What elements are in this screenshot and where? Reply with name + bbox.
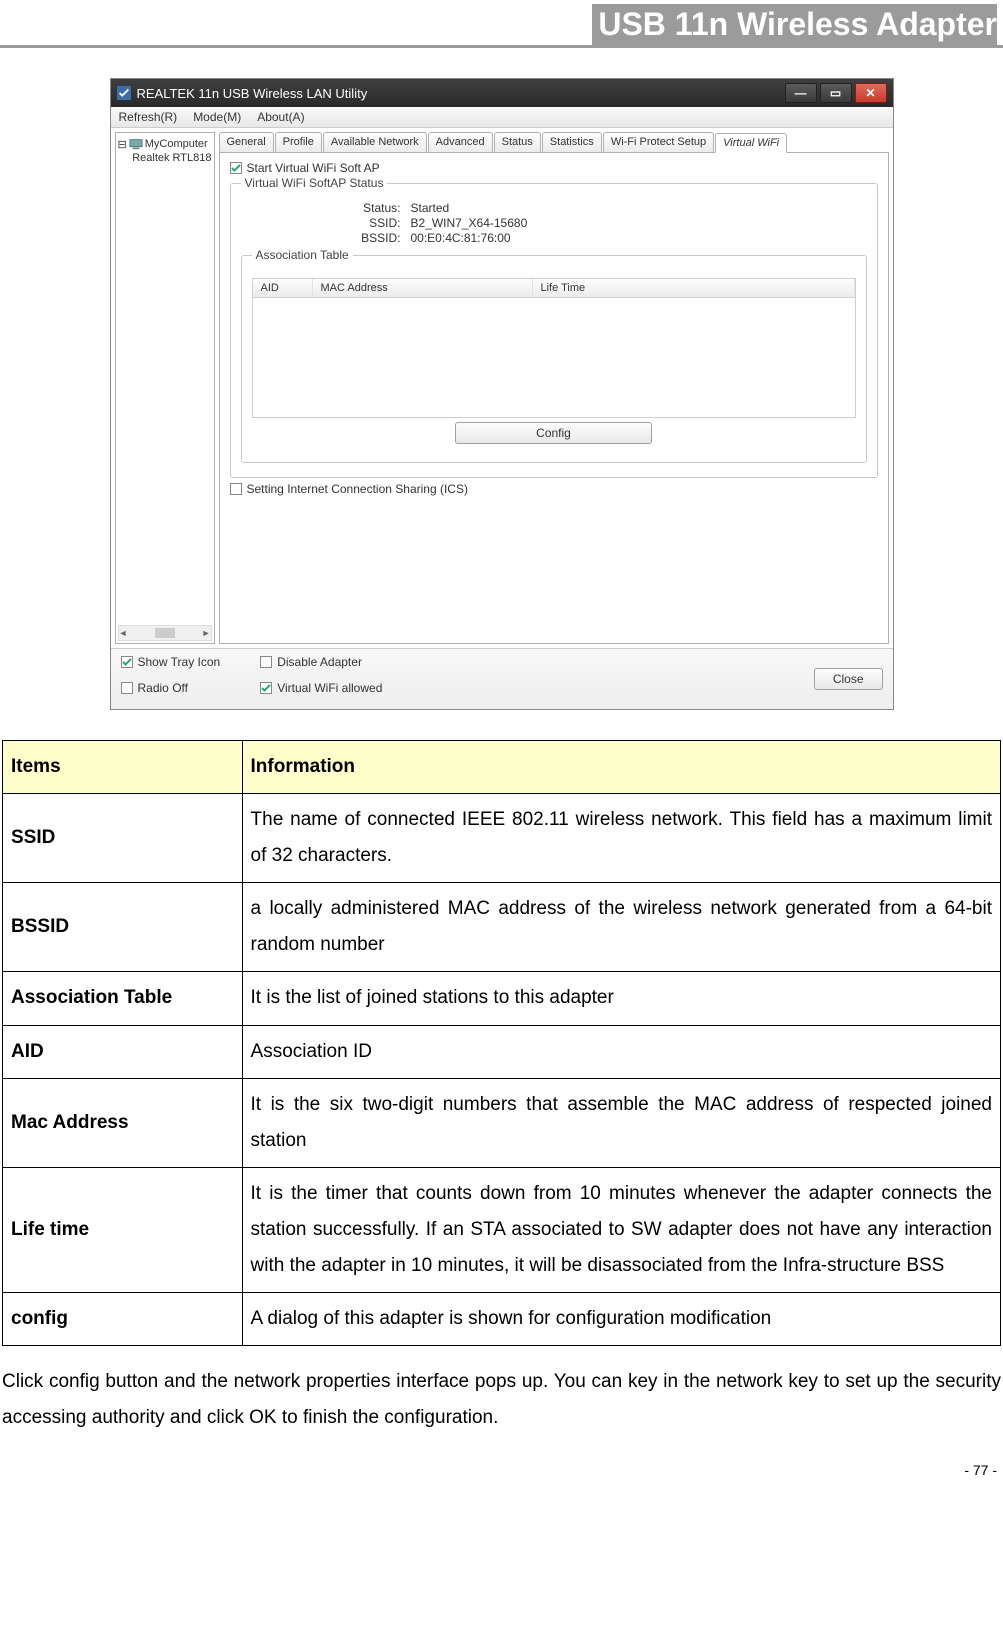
status-key: Status: [341,201,401,215]
vwifi-allowed-label: Virtual WiFi allowed [277,681,382,695]
table-row: SSIDThe name of connected IEEE 802.11 wi… [3,794,1001,883]
info-table: Items Information SSIDThe name of connec… [2,740,1001,1346]
th-items: Items [3,741,243,794]
window-title-text: REALTEK 11n USB Wireless LAN Utility [137,86,368,101]
outro-paragraph: Click config button and the network prop… [2,1364,1001,1436]
association-table: AID MAC Address Life Time [252,278,856,418]
row-key: Mac Address [3,1078,243,1167]
table-row: BSSIDa locally administered MAC address … [3,883,1001,972]
disable-adapter-label: Disable Adapter [277,655,362,669]
table-row: Mac AddressIt is the six two-digit numbe… [3,1078,1001,1167]
tabs-row: General Profile Available Network Advanc… [219,132,889,153]
app-icon [117,86,131,100]
ssid-value: B2_WIN7_X64-15680 [411,216,528,230]
col-aid[interactable]: AID [253,279,313,297]
page-content: REALTEK 11n USB Wireless LAN Utility — ▭… [0,48,1003,1488]
page-title: USB 11n Wireless Adapter [592,4,997,45]
computer-icon [129,137,143,151]
row-key: config [3,1293,243,1346]
minimize-button[interactable]: — [785,83,817,103]
status-legend: Virtual WiFi SoftAP Status [241,176,388,190]
table-row: configA dialog of this adapter is shown … [3,1293,1001,1346]
start-ap-label: Start Virtual WiFi Soft AP [247,161,380,175]
tab-virtual-wifi[interactable]: Virtual WiFi [715,133,787,153]
checkbox-vwifi-allowed[interactable] [260,682,272,694]
row-val: It is the six two-digit numbers that ass… [242,1078,1000,1167]
tree-root-label: MyComputer [145,138,208,150]
assoc-table-body [252,298,856,418]
checkbox-radio-off[interactable] [121,682,133,694]
tree-scrollbar[interactable]: ◄ ► [118,625,212,641]
row-val: The name of connected IEEE 802.11 wirele… [242,794,1000,883]
show-tray-label: Show Tray Icon [138,655,221,669]
ssid-key: SSID: [341,216,401,230]
row-key: SSID [3,794,243,883]
checkbox-show-tray[interactable] [121,656,133,668]
assoc-fieldset: Association Table AID MAC Address Life T… [241,255,867,463]
app-window: REALTEK 11n USB Wireless LAN Utility — ▭… [110,78,894,710]
col-mac[interactable]: MAC Address [313,279,533,297]
menu-mode[interactable]: Mode(M) [193,110,241,124]
adapter-icon [130,151,131,165]
table-row: Association TableIt is the list of joine… [3,972,1001,1025]
tree-toggle-icon[interactable]: ⊟ [118,138,127,151]
status-value: Started [411,201,450,215]
bssid-key: BSSID: [341,231,401,245]
ics-label: Setting Internet Connection Sharing (ICS… [247,482,468,496]
maximize-button[interactable]: ▭ [820,83,852,103]
screenshot-figure: REALTEK 11n USB Wireless LAN Utility — ▭… [2,78,1001,710]
row-key: Association Table [3,972,243,1025]
row-key: Life time [3,1167,243,1292]
th-info: Information [242,741,1000,794]
tab-status[interactable]: Status [494,132,541,152]
page-header: USB 11n Wireless Adapter [0,0,1003,48]
tab-content: Start Virtual WiFi Soft AP Virtual WiFi … [219,153,889,644]
config-button[interactable]: Config [455,422,652,444]
assoc-legend: Association Table [252,248,353,262]
checkbox-ics[interactable] [230,483,242,495]
row-val: It is the timer that counts down from 10… [242,1167,1000,1292]
row-key: BSSID [3,883,243,972]
row-val: a locally administered MAC address of th… [242,883,1000,972]
tab-statistics[interactable]: Statistics [542,132,602,152]
row-val: A dialog of this adapter is shown for co… [242,1293,1000,1346]
page-number: - 77 - [2,1462,1001,1478]
col-lifetime[interactable]: Life Time [533,279,855,297]
tree-child-label: Realtek RTL818 [132,152,211,164]
checkbox-disable-adapter[interactable] [260,656,272,668]
table-row: Life timeIt is the timer that counts dow… [3,1167,1001,1292]
close-button[interactable]: Close [814,668,883,690]
tab-general[interactable]: General [219,132,274,152]
bssid-value: 00:E0:4C:81:76:00 [411,231,511,245]
bottom-options: Show Tray Icon Radio Off Disable Adapter [111,648,893,709]
row-val: It is the list of joined stations to thi… [242,972,1000,1025]
tab-panel: General Profile Available Network Advanc… [219,132,889,644]
menu-about[interactable]: About(A) [257,110,304,124]
checkbox-start-ap[interactable] [230,162,242,174]
close-window-button[interactable]: ✕ [855,83,887,103]
menu-bar: Refresh(R) Mode(M) About(A) [111,107,893,128]
menu-refresh[interactable]: Refresh(R) [119,110,178,124]
status-fieldset: Virtual WiFi SoftAP Status Status:Starte… [230,183,878,478]
tab-wifi-protect[interactable]: Wi-Fi Protect Setup [603,132,714,152]
tab-available-network[interactable]: Available Network [323,132,427,152]
table-row: AIDAssociation ID [3,1025,1001,1078]
tab-profile[interactable]: Profile [275,132,322,152]
tab-advanced[interactable]: Advanced [428,132,493,152]
device-tree[interactable]: ⊟ MyComputer Realtek RTL818 ◄ ► [115,132,215,644]
app-body: ⊟ MyComputer Realtek RTL818 ◄ ► General … [111,128,893,648]
row-val: Association ID [242,1025,1000,1078]
row-key: AID [3,1025,243,1078]
window-titlebar: REALTEK 11n USB Wireless LAN Utility — ▭… [111,79,893,107]
radio-off-label: Radio Off [138,681,188,695]
